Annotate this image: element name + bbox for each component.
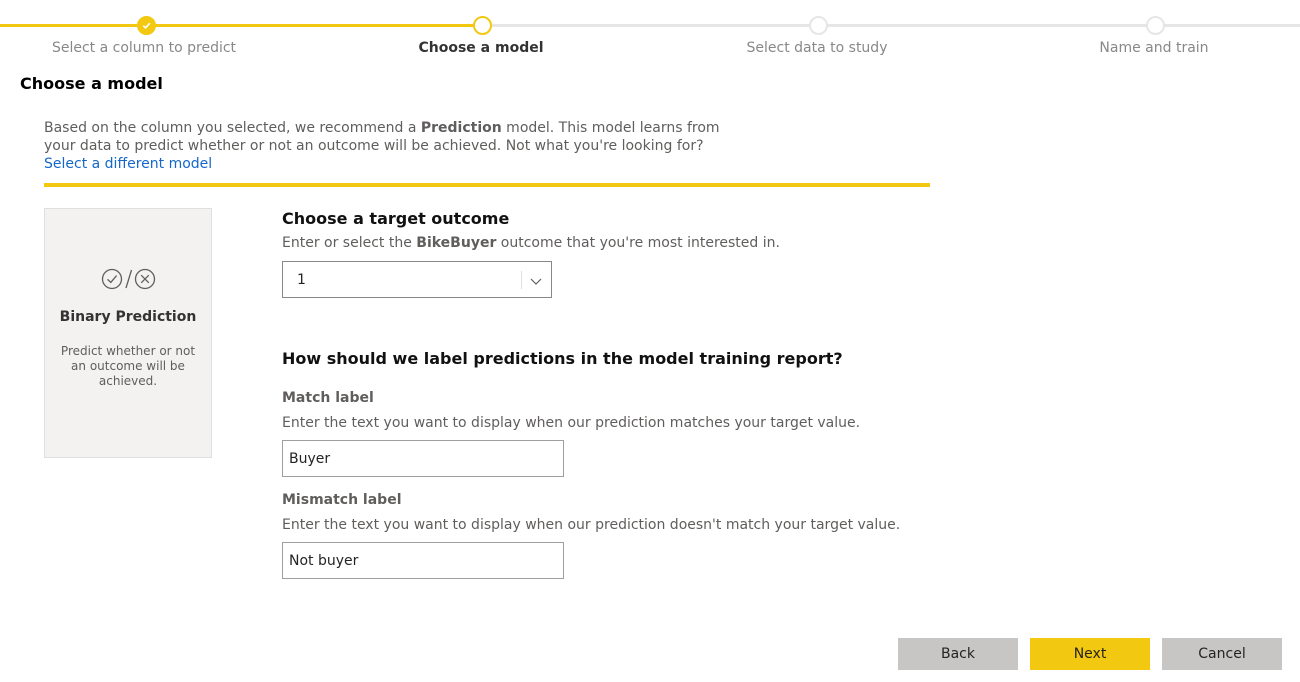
target-hint-after: outcome that you're most interested in.	[496, 235, 780, 251]
step-label-name-train: Name and train	[1099, 40, 1209, 56]
match-label-hint: Enter the text you want to display when …	[282, 415, 861, 431]
step-3-pending-icon	[809, 16, 828, 35]
cancel-button[interactable]: Cancel	[1162, 638, 1282, 670]
section-divider	[44, 183, 930, 187]
match-label-title: Match label	[282, 390, 374, 406]
target-column-name: BikeBuyer	[416, 235, 497, 251]
page-title: Choose a model	[20, 74, 163, 93]
check-slash-x-icon	[101, 267, 157, 295]
wizard-stepper: Select a column to predict Choose a mode…	[0, 0, 1300, 60]
step-label-choose-model: Choose a model	[418, 40, 544, 56]
dropdown-separator	[521, 271, 522, 289]
step-label-select-data: Select data to study	[746, 40, 888, 56]
step-1-complete-icon	[137, 16, 156, 35]
next-button[interactable]: Next	[1030, 638, 1150, 670]
model-recommendation-text: Based on the column you selected, we rec…	[44, 119, 744, 173]
card-title: Binary Prediction	[59, 309, 197, 325]
mismatch-label-title: Mismatch label	[282, 492, 402, 508]
stepper-progress	[0, 24, 483, 27]
intro-text-before: Based on the column you selected, we rec…	[44, 120, 421, 136]
mismatch-label-hint: Enter the text you want to display when …	[282, 517, 901, 533]
mismatch-label-input[interactable]	[282, 542, 564, 579]
target-hint-before: Enter or select the	[282, 235, 417, 251]
card-description: Predict whether or not an outcome will b…	[60, 344, 196, 388]
recommended-model-name: Prediction	[420, 120, 502, 136]
binary-prediction-card[interactable]: Binary Prediction Predict whether or not…	[44, 208, 212, 458]
step-4-pending-icon	[1146, 16, 1165, 35]
match-label-input[interactable]	[282, 440, 564, 477]
target-outcome-hint: Enter or select the BikeBuyer outcome th…	[282, 235, 780, 251]
step-label-select-column: Select a column to predict	[51, 40, 237, 56]
target-outcome-value: 1	[297, 272, 306, 288]
back-button[interactable]: Back	[898, 638, 1018, 670]
target-outcome-dropdown[interactable]: 1	[282, 261, 552, 298]
target-outcome-heading: Choose a target outcome	[282, 209, 510, 228]
labels-heading: How should we label predictions in the m…	[282, 349, 843, 368]
step-2-active-icon	[473, 16, 492, 35]
chevron-down-icon[interactable]	[529, 273, 543, 292]
select-different-model-link[interactable]: Select a different model	[44, 155, 212, 173]
